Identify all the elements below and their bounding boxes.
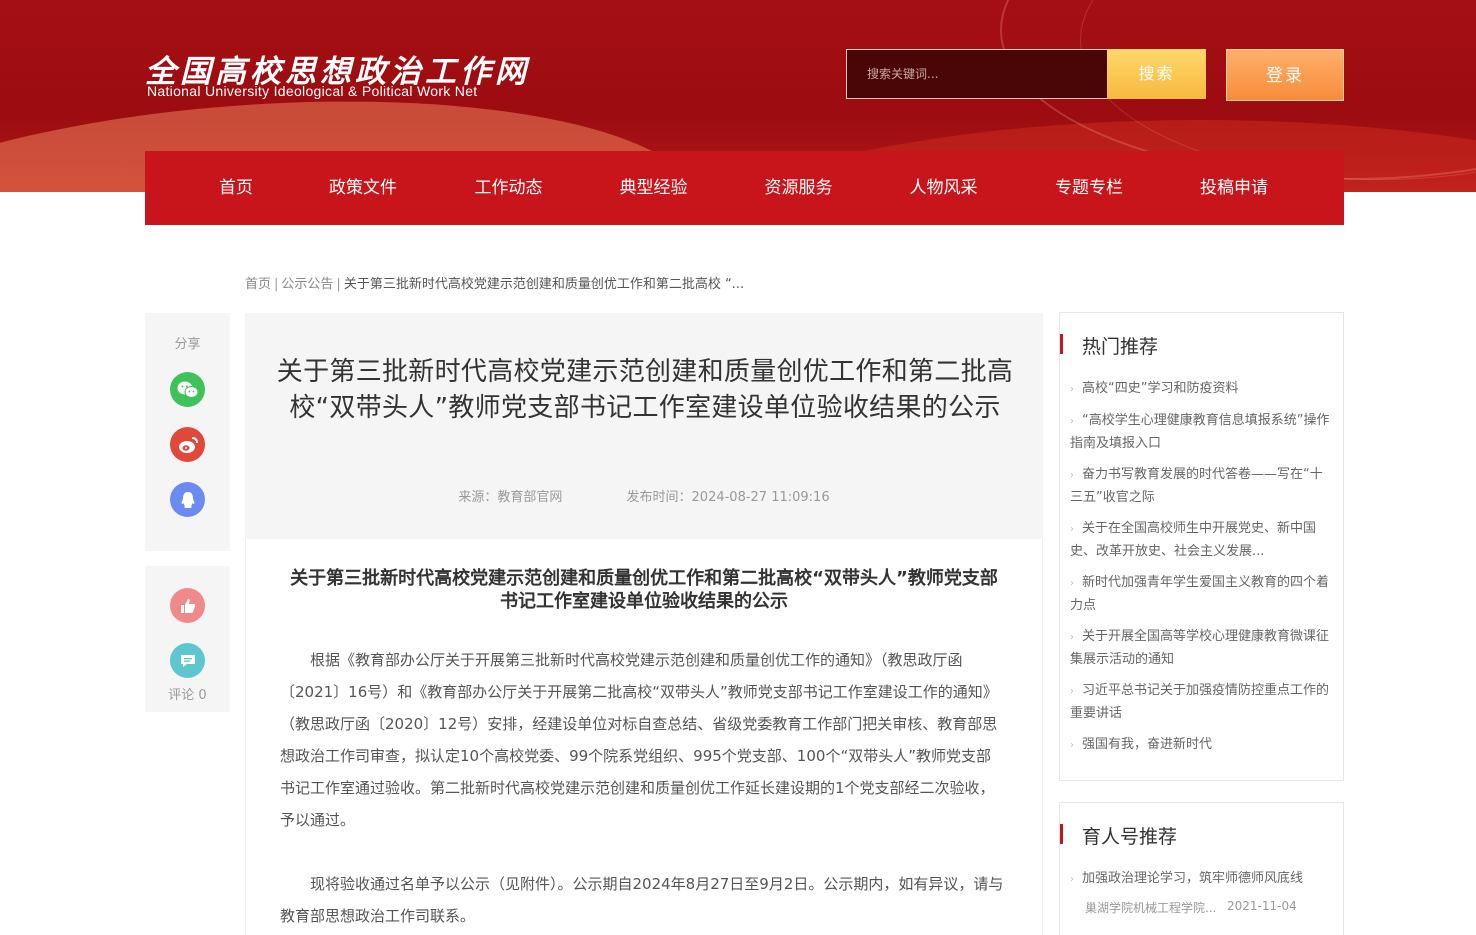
breadcrumb: 首页 | 公示公告 | 关于第三批新时代高校党建示范创建和质量创优工作和第二批高校 “.… (245, 277, 745, 292)
search-input[interactable]: 搜索关键词... (846, 49, 1108, 99)
comment-count[interactable]: 评论 0 (145, 684, 230, 703)
article-paragraph: 现将验收通过名单予以公示（见附件）。公示期自2024年8月27日至9月2日。公示… (280, 875, 1004, 925)
nav-item-news[interactable]: 工作动态 (436, 151, 581, 225)
section-marker (1060, 334, 1063, 354)
yuren-item-date: 2021-11-04 (1227, 899, 1297, 913)
hot-item[interactable]: › 习近平总书记关于加强疫情防控重点工作的重要讲话 (1070, 680, 1330, 725)
breadcrumb-home[interactable]: 首页 (245, 277, 271, 292)
hot-item[interactable]: › 关于在全国高校师生中开展党史、新中国史、改革开放史、社会主义发展... (1070, 518, 1330, 563)
qq-icon[interactable] (170, 482, 205, 517)
nav-item-policy[interactable]: 政策文件 (290, 151, 436, 225)
yuren-recommend-title: 育人号推荐 (1082, 826, 1178, 848)
yuren-item-source: 巢湖学院机械工程学院... (1085, 901, 1217, 915)
article-source: 来源：教育部官网 (458, 490, 563, 505)
yuren-item[interactable]: › 加强政治理论学习，筑牢师德师风底线 (1070, 868, 1330, 891)
hot-recommend-title: 热门推荐 (1082, 336, 1159, 358)
hot-item[interactable]: › 关于开展全国高等学校心理健康教育微课征集展示活动的通知 (1070, 626, 1330, 671)
main-nav: 首页 政策文件 工作动态 典型经验 资源服务 人物风采 专题专栏 投稿申请 (145, 151, 1344, 225)
weibo-icon[interactable] (170, 427, 205, 462)
article-title: 关于第三批新时代高校党建示范创建和质量创优工作和第二批高校“双带头人”教师党支部… (276, 357, 1014, 423)
article-meta: 来源：教育部官网 发布时间：2024-08-27 11:09:16 (245, 486, 1043, 505)
article-header (245, 313, 1043, 539)
nav-item-submit[interactable]: 投稿申请 (1162, 151, 1306, 225)
comment-icon[interactable] (170, 643, 205, 678)
nav-item-people[interactable]: 人物风采 (871, 151, 1016, 225)
hot-item[interactable]: › 高校“四史”学习和防疫资料 (1070, 378, 1330, 401)
article-date: 发布时间：2024-08-27 11:09:16 (626, 490, 830, 505)
thumbs-up-icon[interactable] (170, 588, 205, 623)
like-panel: 评论 0 (145, 566, 230, 712)
document-title: 关于第三批新时代高校党建示范创建和质量创优工作和第二批高校“双带头人”教师党支部… (290, 568, 998, 612)
share-label: 分享 (174, 337, 201, 352)
breadcrumb-current: 关于第三批新时代高校党建示范创建和质量创优工作和第二批高校 “... (343, 277, 745, 292)
nav-item-home[interactable]: 首页 (182, 151, 290, 225)
hot-item[interactable]: › “高校学生心理健康教育信息填报系统”操作指南及填报入口 (1070, 410, 1330, 455)
article-paragraph: 根据《教育部办公厅关于开展第三批新时代高校党建示范创建和质量创优工作的通知》（教… (280, 651, 998, 829)
site-logo-en[interactable]: National University Ideological & Politi… (147, 83, 477, 99)
nav-item-topics[interactable]: 专题专栏 (1016, 151, 1162, 225)
nav-item-resources[interactable]: 资源服务 (726, 151, 871, 225)
breadcrumb-section[interactable]: 公示公告 (281, 277, 333, 292)
share-panel: 分享 (145, 313, 230, 551)
hot-item[interactable]: › 奋力书写教育发展的时代答卷——写在“十三五”收官之际 (1070, 464, 1330, 509)
search-button[interactable]: 搜索 (1107, 49, 1206, 99)
nav-item-experience[interactable]: 典型经验 (581, 151, 726, 225)
wechat-icon[interactable] (170, 372, 205, 407)
hot-item[interactable]: › 强国有我，奋进新时代 (1070, 734, 1330, 757)
hot-item[interactable]: › 新时代加强青年学生爱国主义教育的四个着力点 (1070, 572, 1330, 617)
section-marker (1060, 824, 1063, 844)
login-button[interactable]: 登录 (1226, 49, 1344, 101)
